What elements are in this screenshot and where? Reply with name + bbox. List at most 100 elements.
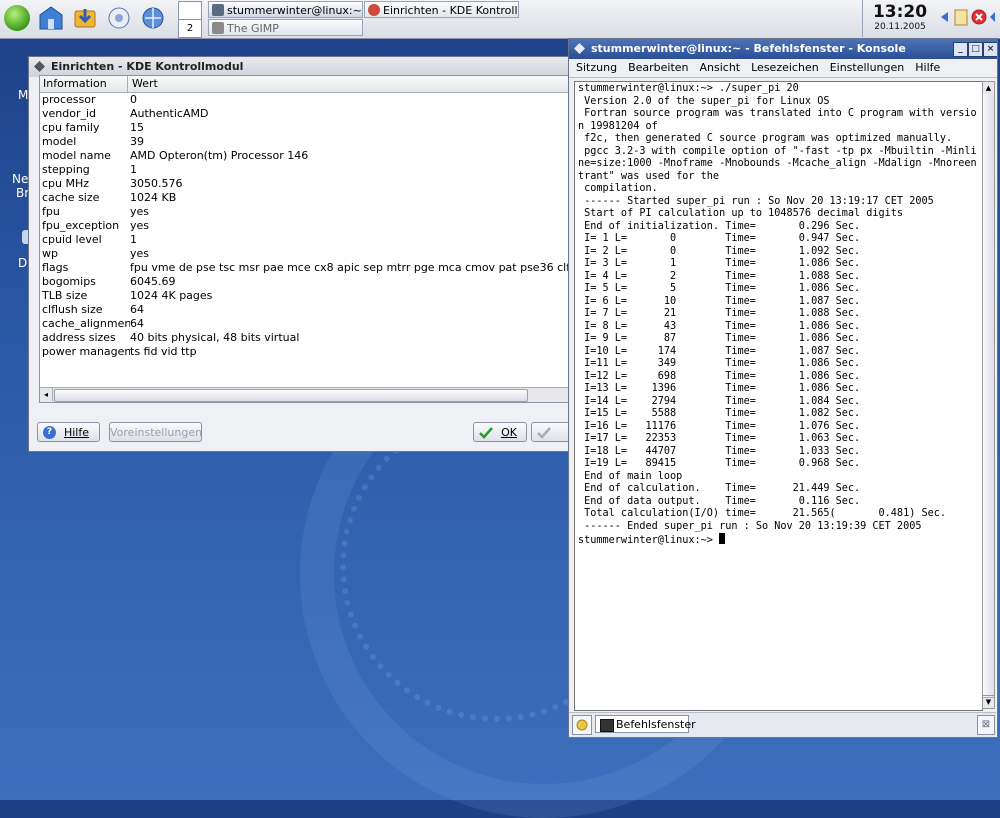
close-session-icon[interactable]: ⊠ <box>977 715 995 735</box>
menu-item[interactable]: Lesezeichen <box>751 61 819 74</box>
defaults-button[interactable]: Voreinstellungen <box>109 422 202 442</box>
desktop-label[interactable]: Ne <box>12 172 28 186</box>
info-value: 15 <box>130 121 144 134</box>
terminal-line: Start of PI calculation up to 1048576 de… <box>578 208 904 219</box>
cpu-info-list[interactable]: Information Wert processor 0 vendor_id Auth… <box>39 75 658 403</box>
terminal-line: I=12 L= 698 Time= 1.086 Sec. <box>578 370 861 382</box>
new-session-icon[interactable] <box>572 715 592 735</box>
terminal-output[interactable]: stummerwinter@linux:~> ./super_pi 20 Ver… <box>574 81 983 711</box>
table-row[interactable]: address sizes 40 bits physical, 48 bits v… <box>40 331 570 345</box>
help-button[interactable]: ? Hilfe <box>37 422 100 442</box>
terminal-line: I= 2 L= 0 Time= 1.092 Sec. <box>578 245 861 257</box>
window-menu-icon[interactable] <box>33 60 46 73</box>
desktop-label[interactable]: M <box>18 88 28 102</box>
terminal-prompt-line[interactable]: stummerwinter@linux:~> <box>578 533 979 548</box>
table-row[interactable]: cache_alignment 64 <box>40 317 570 331</box>
browser-icon[interactable] <box>140 5 166 31</box>
menu-item[interactable]: Einstellungen <box>830 61 905 74</box>
info-value: AuthenticAMD <box>130 107 209 120</box>
terminal-line: I= 8 L= 43 Time= 1.086 Sec. <box>578 320 861 332</box>
terminal-line: I= 3 L= 1 Time= 1.086 Sec. <box>578 258 861 269</box>
clock-time: 13:20 <box>872 2 928 22</box>
kcontrol-titlebar[interactable]: Einrichten - KDE Kontrollmodul <box>29 57 571 77</box>
table-row[interactable]: TLB size 1024 4K pages <box>40 289 570 303</box>
info-value: 39 <box>130 135 144 148</box>
kcontrol-window: Einrichten - KDE Kontrollmodul Informati… <box>28 56 658 452</box>
hide-panel-icon[interactable] <box>986 8 1000 26</box>
minimize-icon[interactable]: _ <box>953 42 968 57</box>
installer-icon[interactable] <box>72 5 98 31</box>
table-row[interactable]: cpuid level 1 <box>40 233 570 247</box>
terminal-line: I= 6 L= 10 Time= 1.087 Sec. <box>578 295 861 307</box>
home-icon[interactable] <box>38 5 64 31</box>
taskbar: 2 stummerwinter@linux:~ - Bef Einrichten… <box>0 0 1000 39</box>
table-row[interactable]: model 39 <box>40 135 570 149</box>
window-title: Einrichten - KDE Kontrollmodul <box>51 60 244 73</box>
task-kcontrol[interactable]: Einrichten - KDE Kontrollmodul <box>364 1 519 18</box>
vertical-scrollbar[interactable]: ▲ ▼ <box>982 81 995 709</box>
info-value: 3050.576 <box>130 177 183 190</box>
info-key: wp <box>42 247 58 260</box>
task-label: stummerwinter@linux:~ - Bef <box>227 4 362 17</box>
info-key: address sizes <box>42 331 116 344</box>
table-row[interactable]: power managements fid vid ttp <box>40 345 570 359</box>
task-gimp[interactable]: The GIMP <box>208 19 363 36</box>
checkmark-icon <box>479 427 493 439</box>
menu-item[interactable]: Ansicht <box>700 61 741 74</box>
kmenu-icon[interactable] <box>4 5 30 31</box>
terminal-line: End of main loop <box>578 470 683 482</box>
terminal-line: I=18 L= 44707 Time= 1.033 Sec. <box>578 445 861 457</box>
table-row[interactable]: clflush size 64 <box>40 303 570 317</box>
table-row[interactable]: fpu yes <box>40 205 570 219</box>
close-icon[interactable]: × <box>983 42 997 57</box>
window-title: stummerwinter@linux:~ - Befehlsfenster -… <box>591 42 906 55</box>
clipboard-icon[interactable] <box>952 8 970 26</box>
apply-button[interactable] <box>531 422 571 442</box>
scrollbar-thumb[interactable] <box>54 389 528 402</box>
terminal-line: ne=size:1000 -Mnoframe -Mnobounds -Mcach… <box>578 158 977 169</box>
info-key: cache_alignment <box>42 317 130 330</box>
table-row[interactable]: fpu_exception yes <box>40 219 570 233</box>
scroll-left-arrow-icon[interactable]: ◂ <box>40 388 53 401</box>
terminal-line: I=19 L= 89415 Time= 0.968 Sec. <box>578 458 861 469</box>
table-row[interactable]: bogomips 6045.69 <box>40 275 570 289</box>
terminal-line: End of data output. Time= 0.116 Sec. <box>578 495 861 507</box>
menu-item[interactable]: Bearbeiten <box>628 61 688 74</box>
clock[interactable]: 13:20 20.11.2005 <box>866 2 934 36</box>
table-row[interactable]: model name AMD Opteron(tm) Processor 146 <box>40 149 570 163</box>
table-row[interactable]: cache size 1024 KB <box>40 191 570 205</box>
terminal-line: compilation. <box>578 183 658 194</box>
konsole-titlebar[interactable]: stummerwinter@linux:~ - Befehlsfenster -… <box>569 39 997 59</box>
scrollbar-thumb[interactable] <box>983 94 994 698</box>
list-header: Information Wert <box>40 76 570 93</box>
table-row[interactable]: flags fpu vme de pse tsc msr pae mce cx8 … <box>40 261 658 275</box>
task-konsole[interactable]: stummerwinter@linux:~ - Bef <box>208 1 363 18</box>
tab-befehlsfenster[interactable]: Befehlsfenster <box>595 715 696 733</box>
table-row[interactable]: vendor_id AuthenticAMD <box>40 107 570 121</box>
terminal-icon <box>212 4 224 16</box>
info-key: power managemen <box>42 345 130 358</box>
help-icon: ? <box>43 426 56 439</box>
scroll-down-arrow-icon[interactable]: ▼ <box>983 695 994 708</box>
maximize-icon[interactable]: □ <box>968 42 983 57</box>
table-row[interactable]: wp yes <box>40 247 570 261</box>
desktop-1[interactable] <box>178 1 202 20</box>
desktop-label[interactable]: D <box>18 256 27 270</box>
column-header-information[interactable]: Information <box>43 77 107 90</box>
table-row[interactable]: processor 0 <box>40 93 570 107</box>
clock-date: 20.11.2005 <box>874 22 926 32</box>
menu-item[interactable]: Sitzung <box>576 61 617 74</box>
virtual-desktop-pager[interactable]: 2 <box>176 0 202 38</box>
desktop-2[interactable]: 2 <box>178 19 202 38</box>
column-header-value[interactable]: Wert <box>132 77 158 90</box>
column-separator[interactable] <box>127 76 128 92</box>
table-row[interactable]: cpu family 15 <box>40 121 570 135</box>
menu-item[interactable]: Hilfe <box>915 61 940 74</box>
table-row[interactable]: stepping 1 <box>40 163 570 177</box>
ok-button[interactable]: OK <box>473 422 527 442</box>
horizontal-scrollbar[interactable]: ◂ <box>40 387 570 402</box>
table-row[interactable]: cpu MHz 3050.576 <box>40 177 570 191</box>
help-icon[interactable] <box>106 5 132 31</box>
info-value: 1024 4K pages <box>130 289 213 302</box>
window-menu-icon[interactable] <box>573 42 586 55</box>
